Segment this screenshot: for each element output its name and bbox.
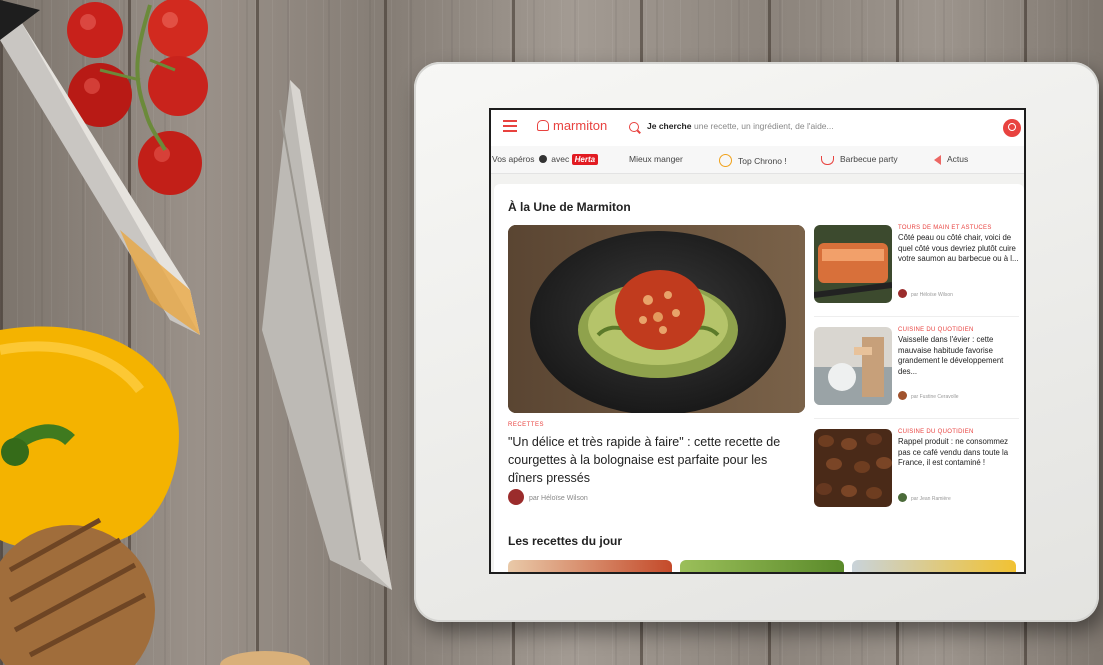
divider bbox=[814, 418, 1019, 419]
nav-label: Actus bbox=[947, 154, 969, 164]
article-title: Rappel produit : ne consommez pas ce caf… bbox=[898, 437, 1009, 467]
article-author: par Jean Ramière bbox=[898, 493, 951, 502]
nav-item-actus[interactable]: Actus bbox=[927, 154, 968, 165]
recipe-thumbnail[interactable] bbox=[508, 560, 672, 572]
stopwatch-icon bbox=[719, 154, 732, 167]
search-button[interactable] bbox=[1003, 119, 1021, 137]
hero-article-title[interactable]: "Un délice et très rapide à faire" : cet… bbox=[508, 433, 803, 487]
kitchen-knife-icon bbox=[262, 80, 392, 590]
nav-item-barbecue[interactable]: Barbecue party bbox=[821, 154, 898, 165]
author-name: par Héloïse Wilson bbox=[529, 495, 588, 502]
megaphone-icon bbox=[927, 155, 941, 165]
barbecue-icon bbox=[821, 156, 834, 165]
site-logo[interactable]: marmiton bbox=[537, 118, 607, 133]
side-article-vaisselle[interactable]: CUISINE DU QUOTIDIEN Vaisselle dans l'év… bbox=[814, 327, 1019, 413]
hero-recipe-image[interactable] bbox=[508, 225, 805, 413]
yellow-pepper-icon bbox=[0, 326, 179, 551]
content-card: À la Une de Marmiton RECETTES "Un délice… bbox=[494, 184, 1024, 572]
chef-hat-icon bbox=[537, 120, 549, 131]
avatar bbox=[898, 289, 907, 298]
avatar bbox=[898, 391, 907, 400]
nav-item-top-chrono[interactable]: Top Chrono ! bbox=[719, 154, 787, 167]
category-nav: Vos apéros avec Herta Mieux manger Top C… bbox=[491, 146, 1024, 174]
tablet-screen: marmiton Je cherche une recette, un ingr… bbox=[489, 108, 1026, 574]
wooden-board-icon bbox=[0, 517, 310, 665]
site-header: marmiton Je cherche une recette, un ingr… bbox=[491, 110, 1024, 147]
recipe-thumbnail[interactable] bbox=[852, 560, 1016, 572]
hero-author[interactable]: par Héloïse Wilson bbox=[508, 489, 588, 505]
dishes-sink-image bbox=[814, 327, 892, 405]
nav-label: Top Chrono ! bbox=[738, 156, 787, 166]
section-heading-une: À la Une de Marmiton bbox=[508, 200, 631, 214]
article-title: Vaisselle dans l'évier : cette mauvaise … bbox=[898, 335, 1004, 376]
search-label: Je cherche bbox=[647, 121, 692, 131]
nav-label: Barbecue party bbox=[840, 154, 898, 164]
nav-item-mieux-manger[interactable]: Mieux manger bbox=[629, 154, 683, 164]
article-category-tag: TOURS DE MAIN ET ASTUCES bbox=[898, 225, 992, 231]
side-article-salmon[interactable]: TOURS DE MAIN ET ASTUCES Côté peau ou cô… bbox=[814, 225, 1019, 311]
divider bbox=[814, 316, 1019, 317]
article-title: Côté peau ou côté chair, voici de quel c… bbox=[898, 233, 1019, 263]
avatar bbox=[508, 489, 524, 505]
search-icon bbox=[629, 122, 639, 132]
author-name: par Héloïse Wilson bbox=[911, 292, 953, 298]
salmon-image bbox=[814, 225, 892, 303]
article-category-tag: CUISINE DU QUOTIDIEN bbox=[898, 429, 974, 435]
nav-aperos-with: avec bbox=[551, 154, 570, 164]
article-author: par Héloïse Wilson bbox=[898, 289, 953, 298]
article-category-tag: CUISINE DU QUOTIDIEN bbox=[898, 327, 974, 333]
search-input[interactable]: Je cherche une recette, un ingrédient, d… bbox=[629, 119, 1019, 137]
nav-item-aperos[interactable]: Vos apéros avec Herta bbox=[492, 154, 599, 165]
author-name: par Fustine Ceravolle bbox=[911, 394, 959, 400]
author-name: par Jean Ramière bbox=[911, 496, 951, 502]
article-author: par Fustine Ceravolle bbox=[898, 391, 959, 400]
section-heading-recettes: Les recettes du jour bbox=[508, 534, 623, 548]
nav-label: Mieux manger bbox=[629, 154, 683, 164]
nav-aperos-label: Vos apéros bbox=[492, 154, 535, 164]
bolognese-dish-illustration bbox=[508, 225, 805, 413]
search-placeholder: une recette, un ingrédient, de l'aide... bbox=[694, 121, 834, 131]
side-article-cafe[interactable]: CUISINE DU QUOTIDIEN Rappel produit : ne… bbox=[814, 429, 1019, 515]
menu-icon[interactable] bbox=[503, 120, 517, 132]
avatar bbox=[898, 493, 907, 502]
herta-badge: Herta bbox=[571, 154, 599, 165]
coffee-beans-image bbox=[814, 429, 892, 507]
hero-category-tag[interactable]: RECETTES bbox=[508, 422, 544, 428]
recipe-thumbnail[interactable] bbox=[680, 560, 844, 572]
logo-text: marmiton bbox=[553, 118, 608, 133]
football-icon bbox=[538, 155, 547, 163]
